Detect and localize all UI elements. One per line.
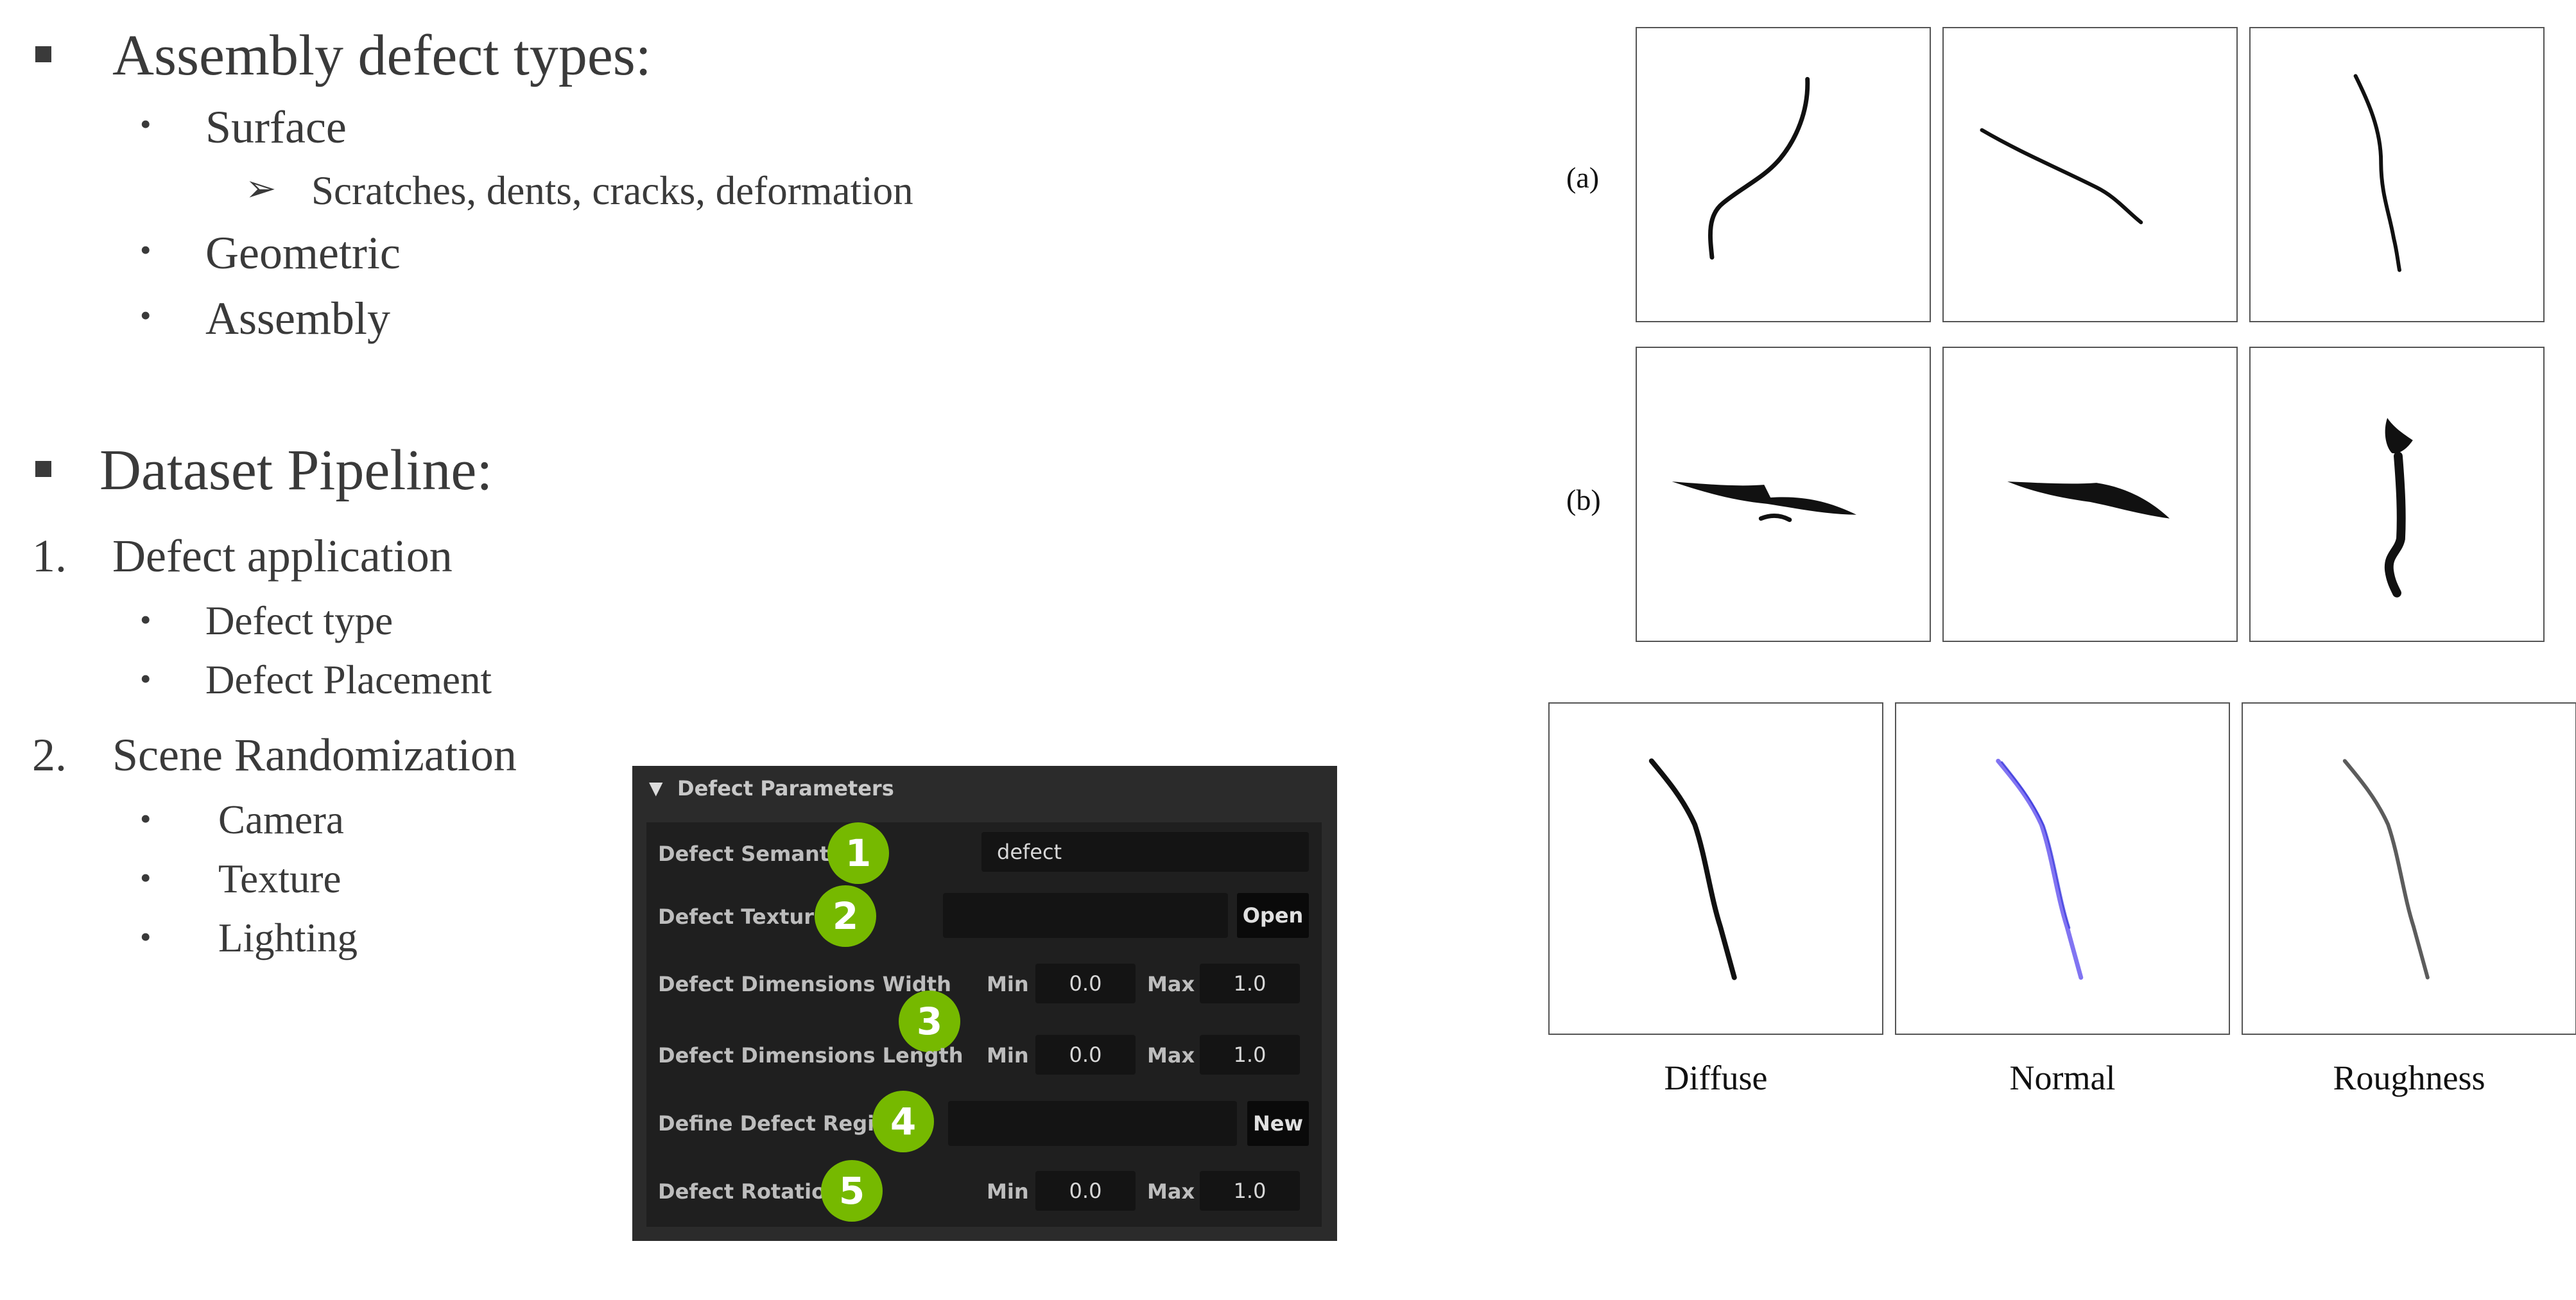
caption-diffuse: Diffuse — [1664, 1059, 1768, 1097]
length-min-label: Min — [987, 1043, 1029, 1068]
section1-heading: Assembly defect types: — [112, 24, 652, 87]
rotation-min-label: Min — [987, 1179, 1029, 1204]
width-min-label: Min — [987, 972, 1029, 996]
step2-item-texture: Texture — [218, 856, 341, 901]
bullet-dot-icon: • — [140, 602, 151, 637]
deformation-image-b3 — [2249, 347, 2545, 642]
length-min-input[interactable]: 0.0 — [1035, 1035, 1136, 1075]
diffuse-map-image — [1548, 702, 1883, 1035]
square-bullet-icon — [35, 46, 51, 62]
callout-badge-4: 4 — [872, 1091, 934, 1152]
surface-subtypes: Scratches, dents, cracks, deformation — [311, 168, 913, 213]
row-b-label: (b) — [1566, 483, 1601, 516]
defect-region-label: Define Defect Region — [658, 1111, 903, 1136]
width-max-label: Max — [1147, 972, 1195, 996]
panel-title: Defect Parameters — [677, 776, 894, 801]
length-max-label: Max — [1147, 1043, 1195, 1068]
length-max-input[interactable]: 1.0 — [1200, 1035, 1300, 1075]
defect-rotation-label: Defect Rotation — [658, 1179, 840, 1204]
new-region-button[interactable]: New — [1247, 1101, 1309, 1146]
panel-body: Defect Semantic 1 defect Defect Texture … — [646, 822, 1322, 1227]
bullet-dot-icon: • — [140, 297, 151, 333]
arrow-bullet-icon: ➢ — [245, 168, 277, 209]
callout-badge-2: 2 — [815, 885, 876, 947]
bullet-dot-icon: • — [140, 801, 151, 836]
bullet-dot-icon: • — [140, 106, 151, 142]
step1-number: 1. — [32, 530, 67, 582]
width-min-input[interactable]: 0.0 — [1035, 964, 1136, 1003]
bullet-dot-icon: • — [140, 919, 151, 955]
rotation-max-label: Max — [1147, 1179, 1195, 1204]
section2-heading: Dataset Pipeline: — [99, 438, 493, 502]
step2-item-camera: Camera — [218, 797, 344, 842]
bullet-dot-icon: • — [140, 232, 151, 268]
crack-image-a2 — [1942, 27, 2238, 322]
collapse-triangle-icon[interactable]: ▼ — [649, 777, 663, 799]
step1-label: Defect application — [112, 530, 453, 582]
crack-image-a3 — [2249, 27, 2545, 322]
crack-image-a1 — [1636, 27, 1931, 322]
defect-texture-path-input[interactable] — [943, 893, 1228, 938]
roughness-map-image — [2242, 702, 2576, 1035]
callout-badge-1: 1 — [827, 822, 889, 884]
defect-length-label: Defect Dimensions Length — [658, 1043, 964, 1068]
defect-parameters-panel: ▼ Defect Parameters Defect Semantic 1 de… — [632, 766, 1337, 1241]
defect-type-assembly: Assembly — [205, 293, 390, 344]
step1-item-defect-type: Defect type — [205, 598, 393, 643]
normal-map-image — [1895, 702, 2230, 1035]
step1-item-defect-placement: Defect Placement — [205, 657, 492, 702]
caption-normal: Normal — [2009, 1059, 2116, 1097]
square-bullet-icon — [35, 461, 51, 477]
bullet-dot-icon: • — [140, 661, 151, 697]
open-texture-button[interactable]: Open — [1237, 893, 1309, 938]
row-a-label: (a) — [1566, 161, 1600, 194]
defect-semantic-input[interactable]: defect — [981, 832, 1309, 872]
defect-region-input[interactable] — [948, 1101, 1237, 1146]
caption-roughness: Roughness — [2333, 1059, 2485, 1097]
step2-item-lighting: Lighting — [218, 915, 358, 960]
width-max-input[interactable]: 1.0 — [1200, 964, 1300, 1003]
deformation-image-b1 — [1636, 347, 1931, 642]
defect-semantic-label: Defect Semantic — [658, 842, 849, 866]
deformation-image-b2 — [1942, 347, 2238, 642]
rotation-max-input[interactable]: 1.0 — [1200, 1171, 1300, 1211]
defect-texture-label: Defect Texture — [658, 905, 828, 929]
defect-type-geometric: Geometric — [205, 227, 401, 279]
step2-label: Scene Randomization — [112, 729, 517, 781]
rotation-min-input[interactable]: 0.0 — [1035, 1171, 1136, 1211]
bullet-dot-icon: • — [140, 860, 151, 896]
step2-number: 2. — [32, 729, 67, 781]
panel-header[interactable]: ▼ Defect Parameters — [632, 766, 1337, 811]
callout-badge-5: 5 — [821, 1160, 883, 1222]
defect-type-surface: Surface — [205, 101, 347, 153]
defect-width-label: Defect Dimensions Width — [658, 972, 951, 996]
